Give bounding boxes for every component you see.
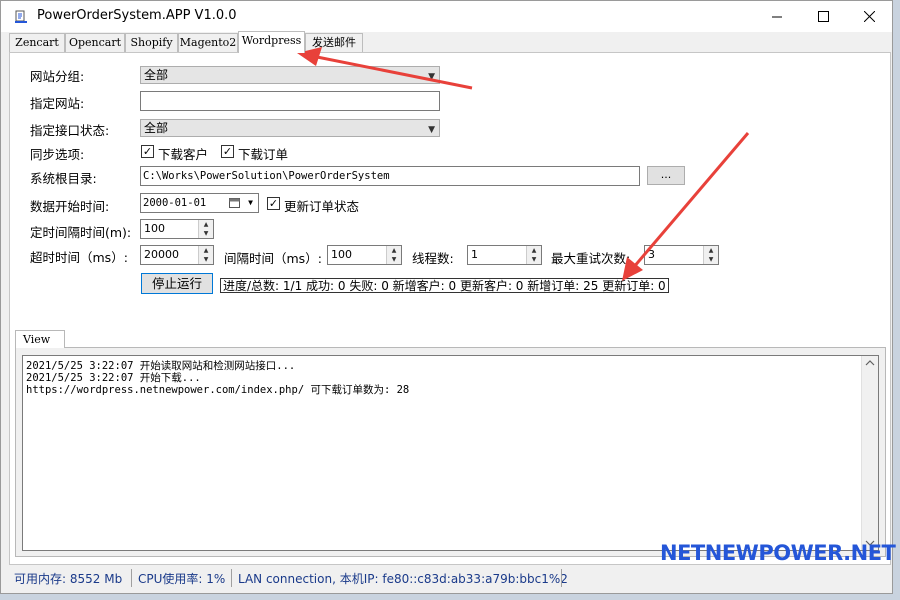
annotation-overlay (297, 47, 750, 281)
arrow-to-wordpress-tab (297, 47, 473, 90)
tab-wordpress[interactable]: Wordpress (238, 31, 305, 53)
arrow-to-new-orders (622, 132, 750, 281)
